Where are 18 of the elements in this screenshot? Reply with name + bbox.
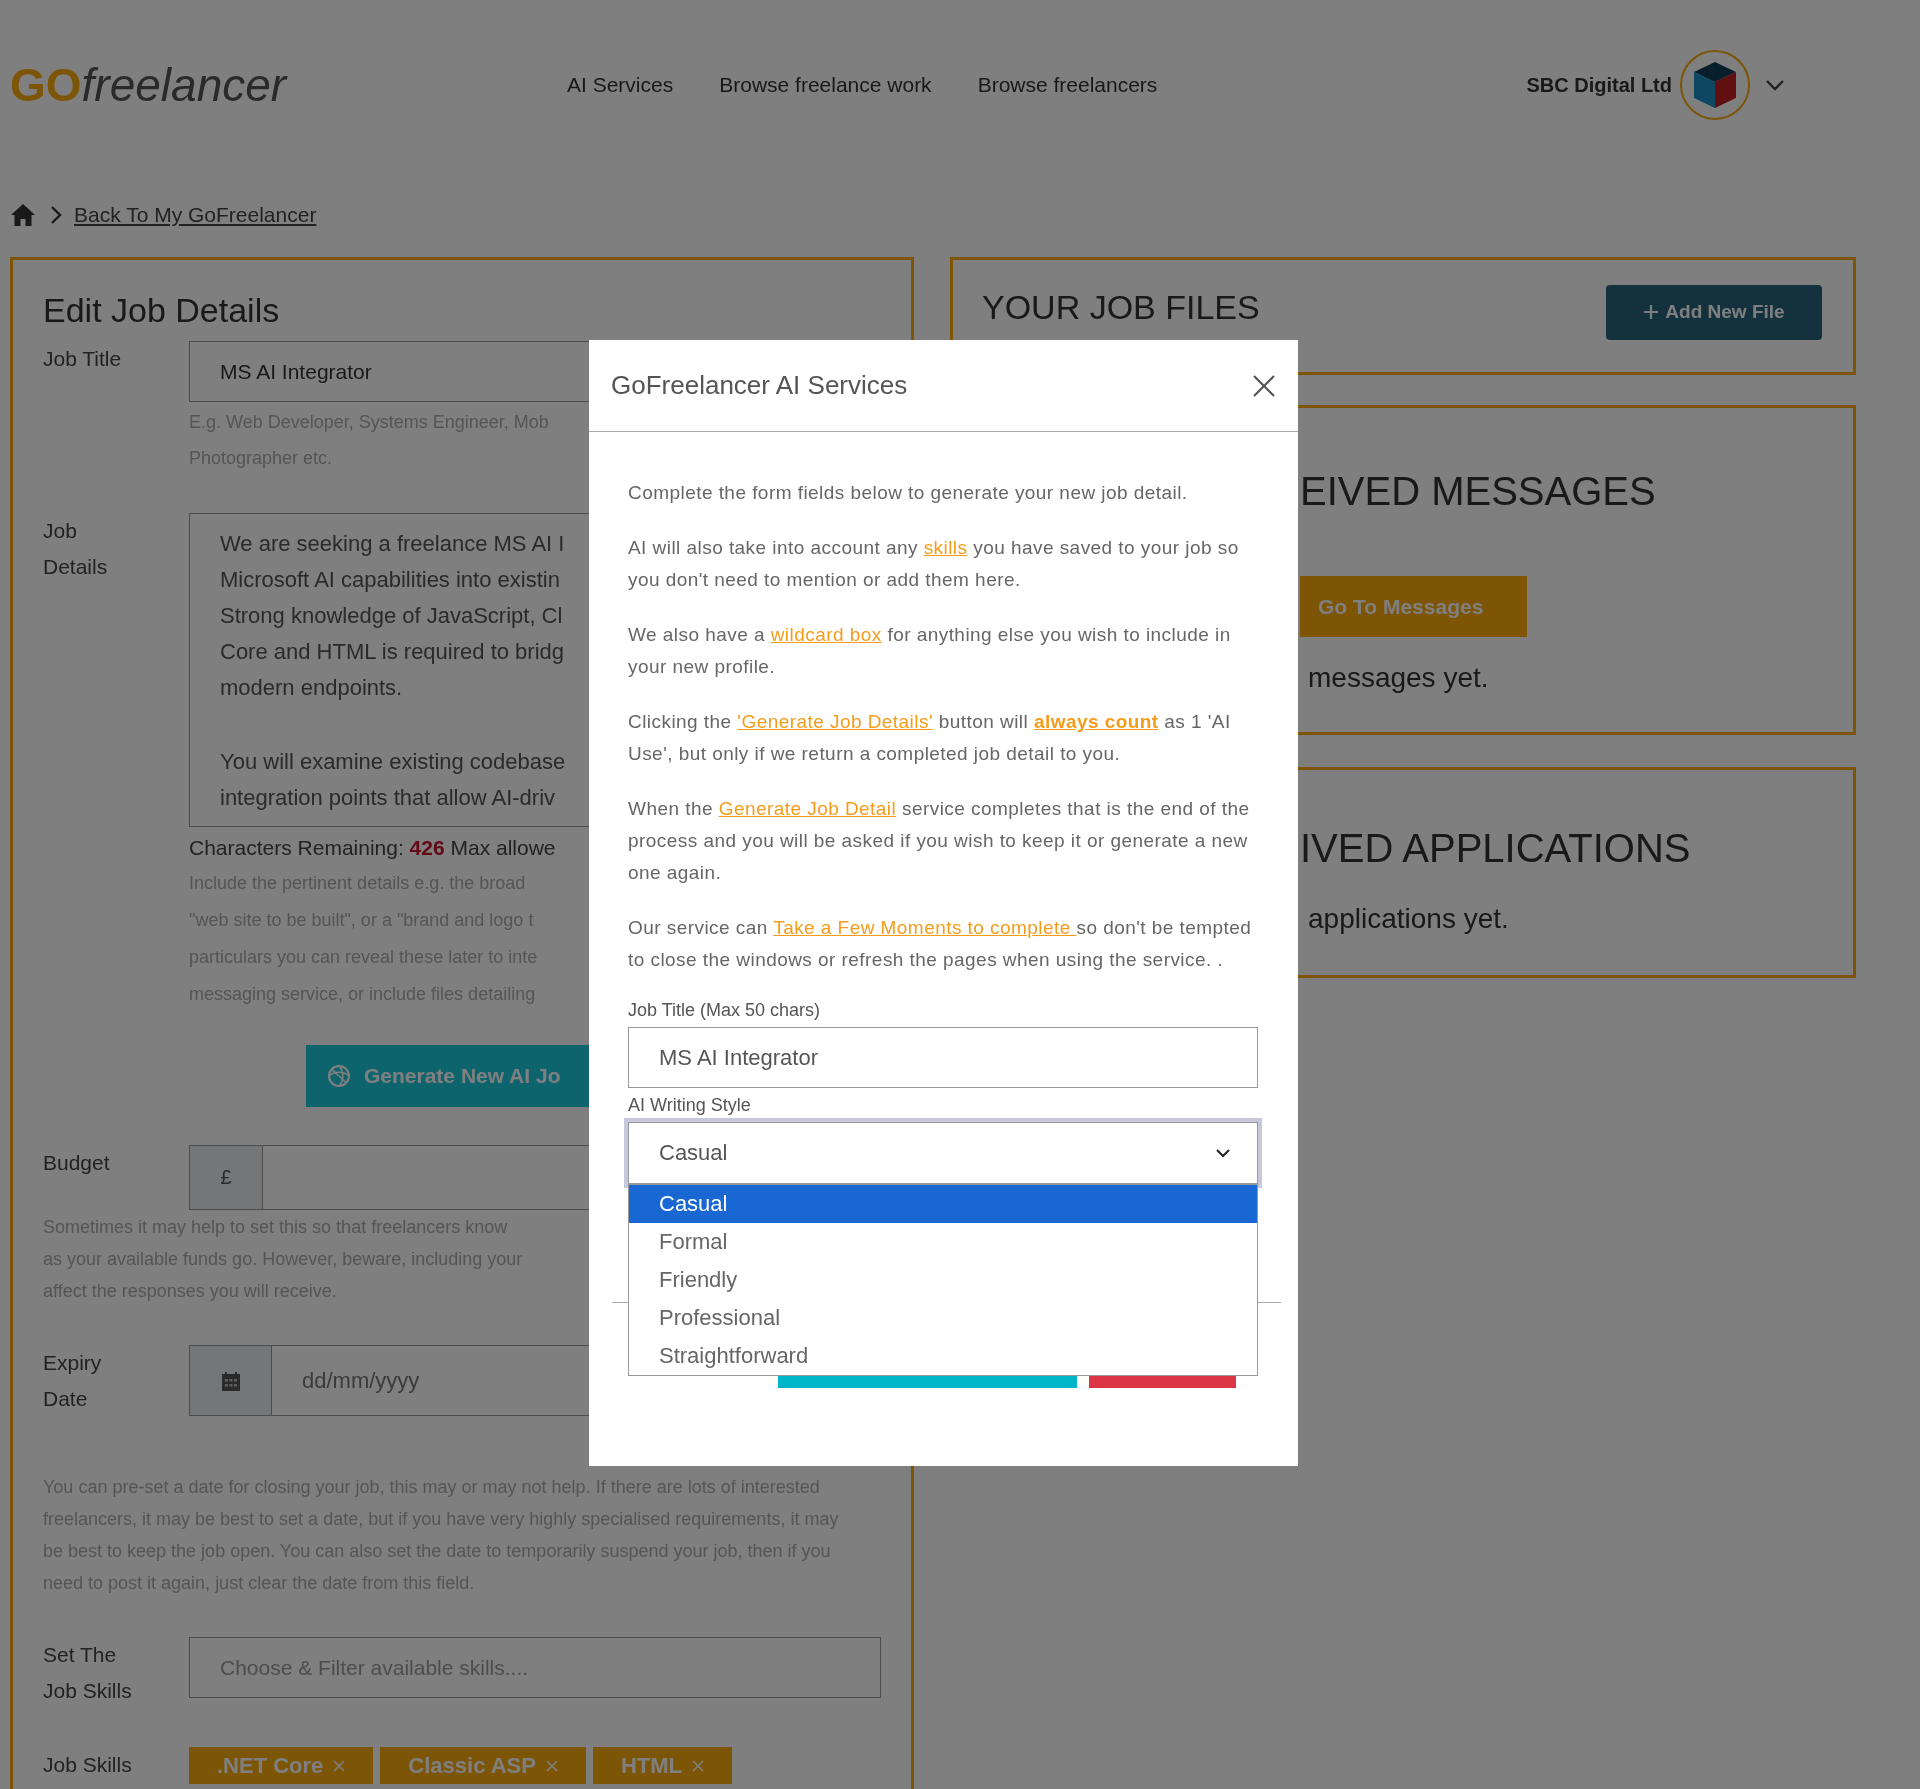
modal-paragraph: Our service can Take a Few Moments to complete so don't be tempted to close the windows or refresh the pages when using the service. . <box>628 916 1253 972</box>
field-label: Job Title (Max 50 chars) <box>628 999 822 1021</box>
currency-addon: £ <box>190 1146 263 1209</box>
panel-title: YOUR JOB FILES <box>982 287 1260 328</box>
empty-text: messages yet. <box>1307 661 1490 695</box>
field-label: Expiry Date <box>43 1350 103 1412</box>
field-label: AI Writing Style <box>628 1094 752 1116</box>
field-label: Job Details <box>43 518 109 580</box>
panel-title: Edit Job Details <box>43 290 281 331</box>
field-label: Set The Job Skills <box>43 1642 133 1704</box>
character-count: Characters Remaining: 426 Max allowe <box>189 835 556 861</box>
panel-title: EIVED MESSAGES <box>1300 468 1657 515</box>
field-label: Budget <box>43 1150 111 1176</box>
modal-paragraph: Complete the form fields below to generate your new job detail. <box>628 481 1189 505</box>
field-label: Job Title <box>43 346 123 372</box>
empty-text: applications yet. <box>1307 902 1510 936</box>
field-label: Job Skills <box>43 1752 133 1778</box>
panel-title: IVED APPLICATIONS <box>1300 825 1692 872</box>
